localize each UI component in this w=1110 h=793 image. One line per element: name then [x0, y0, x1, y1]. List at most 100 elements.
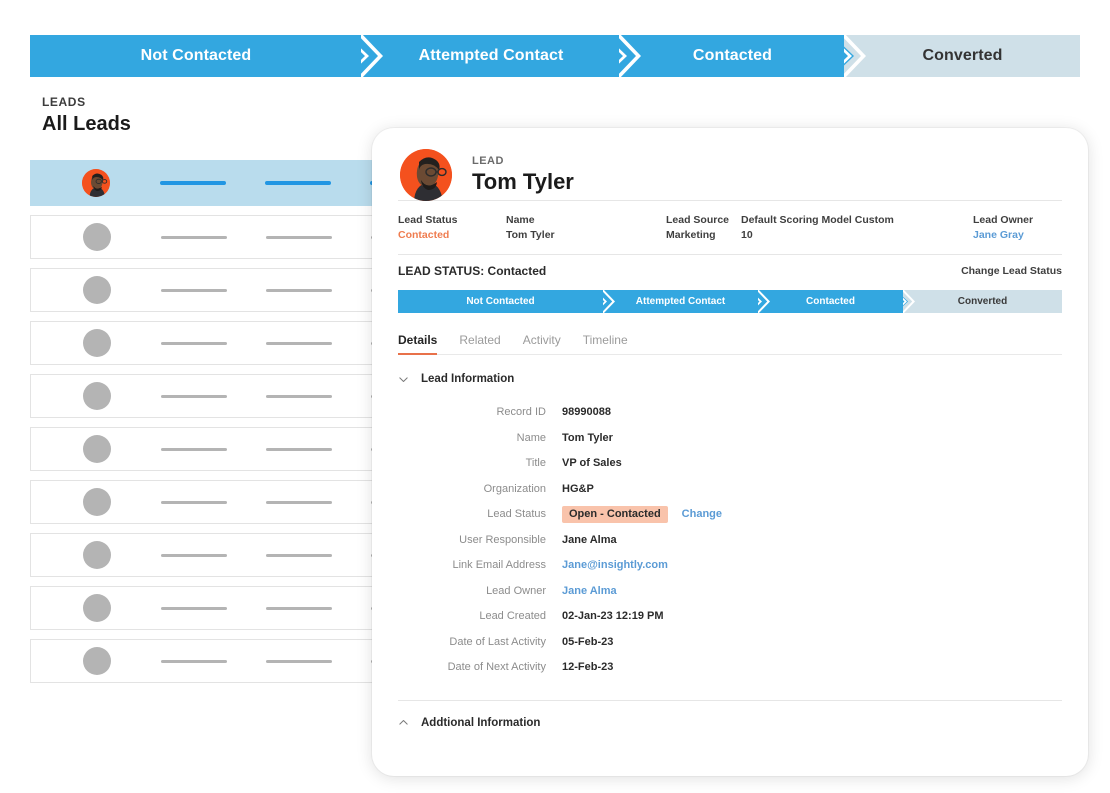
- card-pipeline-stage-label: Contacted: [806, 296, 855, 308]
- tab-label: Activity: [522, 333, 561, 348]
- avatar: [83, 276, 111, 304]
- summary-field-label: Lead Status: [398, 214, 458, 226]
- chevron-down-icon: [399, 377, 408, 382]
- field-value: HG&P: [562, 482, 594, 495]
- summary-field-default-scoring-model-custom: Default Scoring Model Custom 10: [741, 213, 973, 243]
- section-lead-information-header[interactable]: Lead Information: [398, 373, 1062, 385]
- tab-label: Details: [398, 333, 438, 348]
- lead-status-label: LEAD STATUS: Contacted: [398, 264, 547, 279]
- pipeline-stage-contacted[interactable]: Contacted: [620, 35, 866, 77]
- field-label: Date of Last Activity: [449, 635, 546, 648]
- lead-status-pipeline-top: Not Contacted Attempted Contact Contacted C…: [30, 35, 1080, 77]
- field-row: Title VP of Sales: [372, 450, 1088, 476]
- list-item-placeholder-dash: [266, 288, 332, 292]
- summary-field-value: Marketing: [666, 229, 716, 242]
- avatar: [83, 647, 111, 675]
- field-row: Lead Created 02-Jan-23 12:19 PM: [372, 603, 1088, 629]
- section-title: Lead Information: [421, 373, 515, 386]
- list-item-placeholder-dash: [161, 447, 227, 451]
- summary-field-lead-status: Lead Status Contacted: [398, 213, 506, 243]
- field-value: VP of Sales: [562, 457, 622, 470]
- tab-details[interactable]: Details: [398, 333, 438, 356]
- pipeline-stage-attempted-contact[interactable]: Attempted Contact: [362, 35, 641, 77]
- list-item-placeholder-dash: [161, 288, 227, 292]
- list-item-placeholder-dash: [265, 181, 331, 185]
- list-item-placeholder-dash: [266, 235, 332, 239]
- lead-photo-icon: [400, 149, 452, 201]
- list-item-placeholder-dash: [161, 500, 227, 504]
- change-status-link[interactable]: Change: [682, 508, 722, 520]
- field-label: Organization: [483, 482, 546, 495]
- list-item-placeholder-dash: [266, 500, 332, 504]
- field-label: Link Email Address: [452, 559, 546, 572]
- avatar: [83, 541, 111, 569]
- field-label: Name: [516, 431, 546, 444]
- leads-eyebrow-label: LEADS: [42, 95, 86, 109]
- list-item-placeholder-dash: [161, 341, 227, 345]
- field-row: Record ID 98990088: [372, 399, 1088, 425]
- section-additional-information-header[interactable]: Addtional Information: [398, 717, 1062, 729]
- card-pipeline-stage-not-contacted[interactable]: Not Contacted: [398, 290, 615, 314]
- list-item-placeholder-dash: [266, 606, 332, 610]
- avatar: [83, 382, 111, 410]
- summary-field-name: Name Tom Tyler: [506, 213, 666, 243]
- lead-information-fields: Record ID 98990088 Name Tom Tyler Title VP of…: [372, 399, 1088, 680]
- card-pipeline-stage-label: Not Contacted: [466, 296, 535, 308]
- field-value: 12-Feb-23: [562, 661, 614, 674]
- tab-related[interactable]: Related: [459, 333, 500, 354]
- change-lead-status-button[interactable]: Change Lead Status: [961, 265, 1062, 277]
- summary-field-value[interactable]: Jane Gray: [973, 228, 1033, 243]
- chevron-up-icon: [399, 720, 408, 726]
- avatar: [400, 149, 452, 201]
- field-value[interactable]: Jane Alma: [562, 585, 617, 597]
- field-label: Lead Status: [487, 508, 546, 521]
- list-item-placeholder-dash: [266, 394, 332, 398]
- tab-label: Related: [459, 333, 501, 348]
- card-pipeline-stage-label: Converted: [957, 296, 1008, 308]
- card-pipeline-stage-contacted[interactable]: Contacted: [758, 290, 915, 314]
- list-item-placeholder-dash: [161, 394, 227, 398]
- field-row: Lead Owner Jane Alma: [372, 578, 1088, 604]
- pipeline-stage-not-contacted[interactable]: Not Contacted: [30, 35, 383, 77]
- status-badge: Open - Contacted: [562, 505, 668, 523]
- field-row: Lead Status Open - Contacted Change: [372, 501, 1088, 527]
- field-label: Lead Created: [479, 610, 546, 623]
- avatar: [83, 329, 111, 357]
- pipeline-stage-label: Converted: [922, 47, 1003, 64]
- card-pipeline-stage-attempted-contact[interactable]: Attempted Contact: [603, 290, 770, 314]
- field-value: 98990088: [562, 406, 611, 419]
- tab-timeline[interactable]: Timeline: [583, 333, 628, 354]
- lead-name-title: Tom Tyler: [472, 169, 574, 194]
- field-row: Name Tom Tyler: [372, 425, 1088, 451]
- list-item-placeholder-dash: [161, 606, 227, 610]
- card-pipeline-stage-converted[interactable]: Converted: [903, 290, 1062, 314]
- field-row: Link Email Address Jane@insightly.com: [372, 552, 1088, 578]
- summary-field-lead-source: Lead Source Marketing: [666, 213, 741, 243]
- field-row: Date of Last Activity 05-Feb-23: [372, 629, 1088, 655]
- summary-field-label: Lead Source: [666, 214, 730, 226]
- field-row: User Responsible Jane Alma: [372, 527, 1088, 553]
- tab-activity[interactable]: Activity: [523, 333, 561, 354]
- summary-field-lead-owner: Lead Owner Jane Gray: [973, 213, 1033, 243]
- pipeline-stage-converted[interactable]: Converted: [845, 35, 1080, 77]
- list-item-placeholder-dash: [266, 659, 332, 663]
- lead-detail-card: LEAD Tom Tyler Lead Status Contacted Name T…: [372, 128, 1088, 776]
- field-label: Title: [525, 457, 546, 470]
- pipeline-stage-label: Contacted: [692, 47, 773, 64]
- tab-label: Timeline: [582, 333, 628, 348]
- field-row: Organization HG&P: [372, 476, 1088, 502]
- detail-tabs: Details Related Activity Timeline: [398, 333, 1062, 356]
- avatar: [83, 488, 111, 516]
- lead-card-header: LEAD Tom Tyler: [372, 128, 1088, 201]
- list-item-placeholder-dash: [161, 553, 227, 557]
- avatar: [82, 169, 110, 197]
- field-value[interactable]: Jane@insightly.com: [562, 559, 668, 571]
- list-item-placeholder-dash: [266, 341, 332, 345]
- avatar: [83, 435, 111, 463]
- field-label: Record ID: [496, 406, 546, 419]
- summary-field-label: Name: [506, 214, 535, 226]
- field-value: Tom Tyler: [562, 431, 613, 444]
- lead-status-row: LEAD STATUS: Contacted Change Lead Statu…: [372, 255, 1088, 286]
- section-title: Addtional Information: [421, 716, 541, 729]
- field-value: Open - Contacted Change: [562, 505, 722, 523]
